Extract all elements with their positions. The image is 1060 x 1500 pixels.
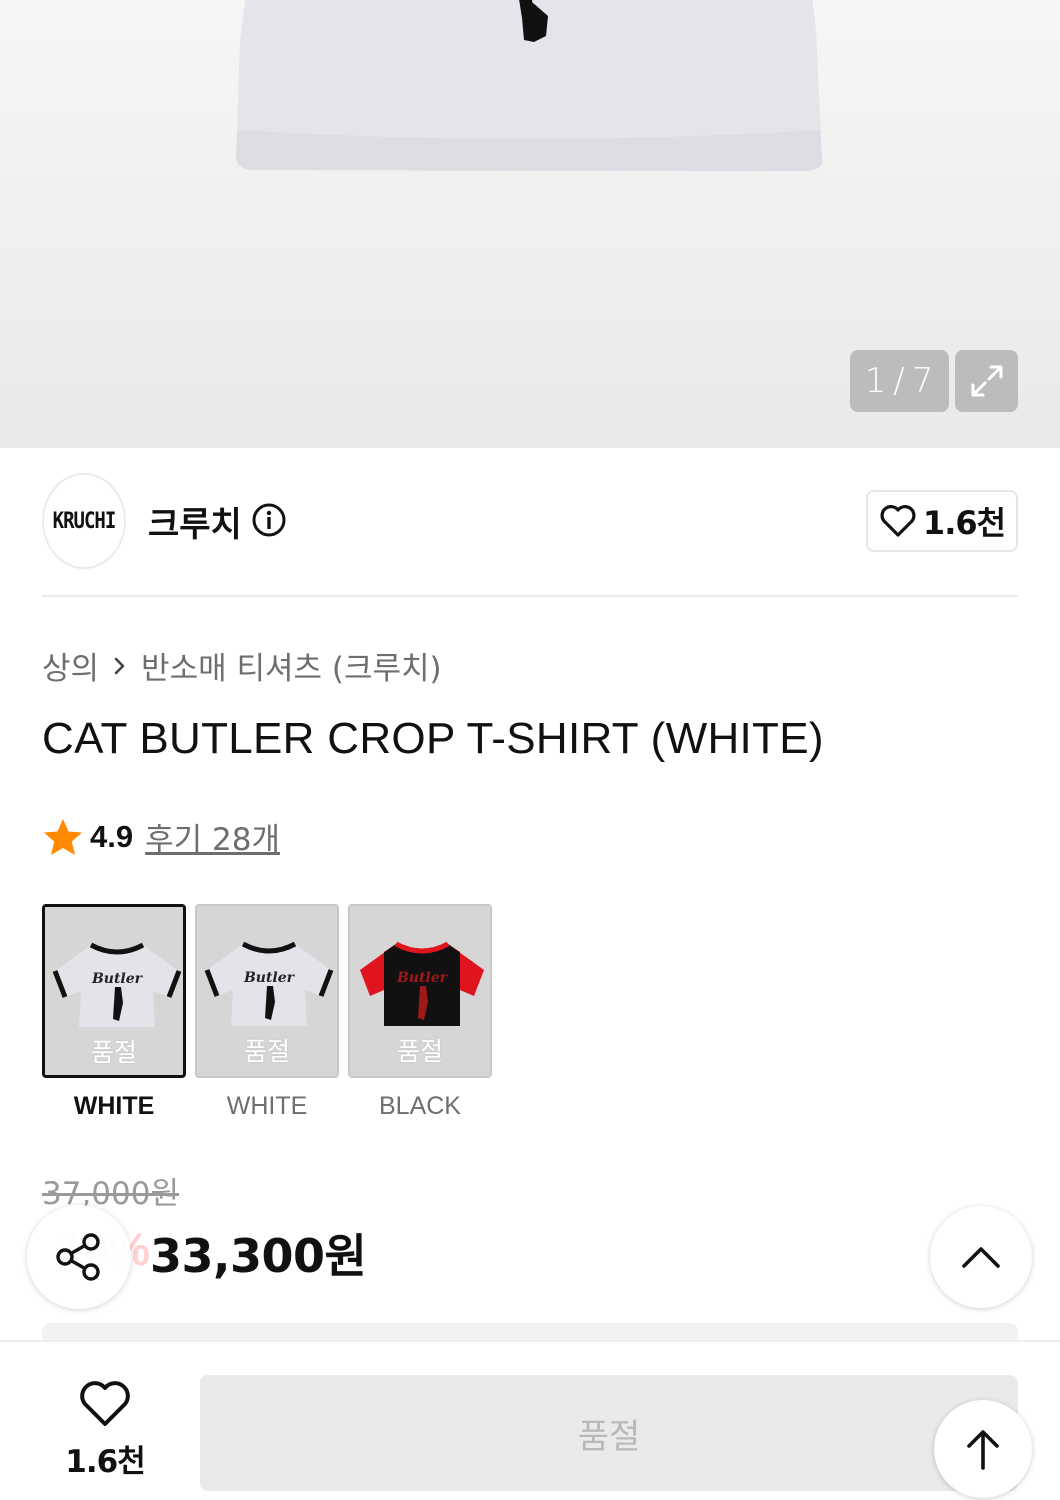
rating: 4.9 후기 28개: [42, 814, 280, 859]
chevron-up-icon: [962, 1247, 1000, 1268]
soldout-button[interactable]: 품절: [200, 1375, 1018, 1491]
brand-name[interactable]: 크루치: [148, 497, 242, 546]
wishlist-count: 1.6천: [65, 1444, 145, 1480]
svg-text:Butler: Butler: [91, 971, 144, 987]
brand-logo[interactable]: KRUCHI: [42, 472, 126, 570]
info-icon[interactable]: [252, 503, 286, 537]
breadcrumb: 상의 반소매 티셔츠 (크루치): [42, 643, 442, 688]
option-name: WHITE: [73, 1092, 155, 1120]
collapse-button[interactable]: [930, 1206, 1032, 1308]
product-image-gallery[interactable]: 1/7: [0, 0, 1060, 448]
sale-price: 33,300원: [150, 1229, 367, 1283]
share-icon: [56, 1233, 100, 1281]
expand-button[interactable]: [955, 350, 1018, 412]
star-icon: [44, 818, 82, 855]
bottom-action-bar: 1.6천 품절: [0, 1340, 1060, 1500]
expand-arrows-icon: [971, 365, 1002, 397]
product-title: CAT BUTLER CROP T-SHIRT (WHITE): [42, 714, 824, 763]
scroll-to-top-button[interactable]: [934, 1400, 1032, 1498]
soldout-label: 품절: [243, 1037, 290, 1066]
rating-value: 4.9: [90, 818, 134, 854]
soldout-label: 품절: [396, 1037, 443, 1066]
brand-logo-text: KRUCHI: [52, 508, 117, 534]
product-photo: [236, 0, 823, 171]
divider: [42, 595, 1018, 597]
heart-icon: [80, 1381, 130, 1426]
heart-icon: [880, 505, 916, 537]
review-link[interactable]: 후기 28개: [145, 814, 280, 859]
wishlist-button[interactable]: 1.6천: [42, 1380, 168, 1481]
option-name: WHITE: [226, 1092, 308, 1120]
option-thumbnail: Butler 품절: [195, 904, 339, 1078]
option-black[interactable]: Butler 품절 BLACK: [348, 904, 492, 1121]
svg-text:Butler: Butler: [396, 970, 449, 986]
brand-like-button[interactable]: 1.6천: [866, 490, 1018, 552]
image-counter: 1/7: [850, 350, 949, 412]
svg-text:Butler: Butler: [243, 970, 296, 986]
breadcrumb-item-category[interactable]: 상의: [42, 643, 99, 688]
original-price: 37,000원: [42, 1176, 179, 1212]
color-options: Butler 품절 WHITE Butler 품절 WHITE Butler 품…: [42, 904, 492, 1121]
arrow-up-icon: [967, 1430, 999, 1470]
brand-like-count: 1.6천: [922, 504, 1006, 542]
chevron-right-icon: [111, 654, 129, 678]
option-thumbnail: Butler 품절: [42, 904, 186, 1078]
option-thumbnail: Butler 품절: [348, 904, 492, 1078]
option-name: BLACK: [379, 1092, 461, 1120]
option-white-1[interactable]: Butler 품절 WHITE: [42, 904, 186, 1121]
breadcrumb-item-subcategory[interactable]: 반소매 티셔츠 (크루치): [141, 643, 442, 688]
share-button[interactable]: [27, 1205, 131, 1309]
soldout-label: 품절: [90, 1038, 137, 1067]
option-white-2[interactable]: Butler 품절 WHITE: [195, 904, 339, 1121]
